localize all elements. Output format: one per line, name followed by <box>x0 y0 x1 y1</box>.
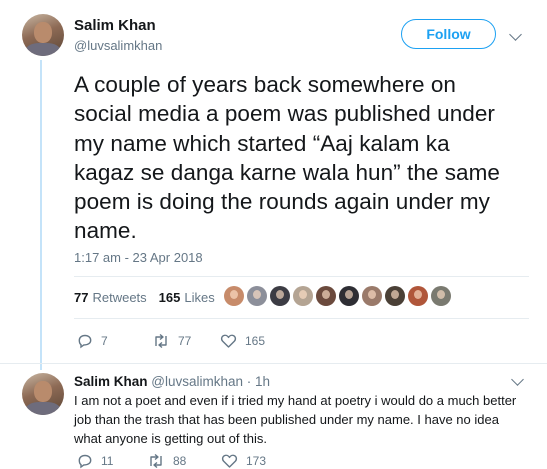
liker-avatar[interactable] <box>270 286 290 306</box>
divider <box>74 318 529 319</box>
liker-avatar[interactable] <box>339 286 359 306</box>
liker-avatar[interactable] <box>224 286 244 306</box>
reply-icon <box>78 334 92 349</box>
likes-stat[interactable]: 165 Likes <box>159 290 215 305</box>
heart-icon <box>221 454 238 468</box>
liker-avatar[interactable] <box>385 286 405 306</box>
reply-author-line: Salim Khan @luvsalimkhan · 1h <box>74 374 270 389</box>
liker-avatar[interactable] <box>247 286 267 306</box>
retweet-action[interactable]: 88 <box>147 453 186 469</box>
reply-author-meta[interactable]: @luvsalimkhan · 1h <box>151 374 270 389</box>
retweet-icon <box>155 333 167 349</box>
liker-avatar[interactable] <box>316 286 336 306</box>
tweet-timestamp[interactable]: 1:17 am - 23 Apr 2018 <box>74 250 203 265</box>
author-avatar[interactable] <box>22 14 64 56</box>
liker-avatars <box>224 286 454 306</box>
reply-action[interactable]: 11 <box>77 453 113 469</box>
tweet-text: A couple of years back somewhere on soci… <box>74 72 500 244</box>
reply-author-avatar[interactable] <box>22 373 64 415</box>
reply-icon <box>78 454 92 469</box>
divider <box>0 363 547 364</box>
like-action[interactable]: 165 <box>220 333 265 349</box>
retweets-stat[interactable]: 77 Retweets <box>74 290 147 305</box>
liker-avatar[interactable] <box>408 286 428 306</box>
thread-connector-line <box>40 60 42 370</box>
reply-action[interactable]: 7 <box>77 333 108 349</box>
liker-avatar[interactable] <box>293 286 313 306</box>
retweet-action[interactable]: 77 <box>152 333 191 349</box>
chevron-down-icon[interactable] <box>511 373 524 386</box>
engagement-stats: 77 Retweets 165 Likes <box>74 290 215 305</box>
heart-icon <box>220 334 237 348</box>
liker-avatar[interactable] <box>431 286 451 306</box>
like-action[interactable]: 173 <box>221 453 266 469</box>
reply-author-name[interactable]: Salim Khan <box>74 374 148 389</box>
divider <box>74 276 529 277</box>
follow-button[interactable]: Follow <box>401 19 496 49</box>
author-name[interactable]: Salim Khan <box>74 17 156 34</box>
reply-text: I am not a poet and even if i tried my h… <box>74 393 517 446</box>
retweet-icon <box>150 453 162 469</box>
author-handle[interactable]: @luvsalimkhan <box>74 38 162 53</box>
chevron-down-icon[interactable] <box>509 28 522 41</box>
liker-avatar[interactable] <box>362 286 382 306</box>
